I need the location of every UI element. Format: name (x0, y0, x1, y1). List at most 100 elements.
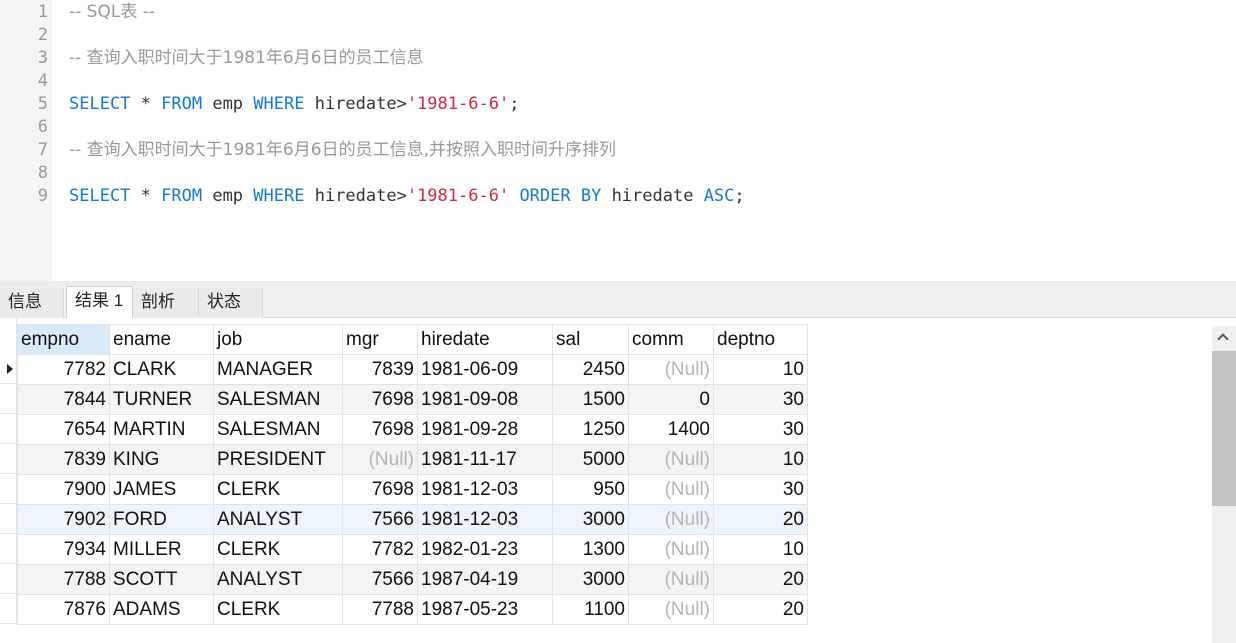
cell-job[interactable]: CLERK (213, 474, 343, 505)
code-text[interactable]: -- 查询入职时间大于1981年6月6日的员工信息,并按照入职时间升序排列 (69, 139, 616, 162)
cell-job[interactable]: MANAGER (213, 354, 343, 385)
sql-editor[interactable]: 1 -- SQL表 -- 2 3 -- 查询入职时间大于1981年6月6日的员工信息 4 5… (0, 0, 1236, 284)
cell-comm[interactable]: (Null) (628, 594, 714, 625)
cell-ename[interactable]: TURNER (109, 384, 214, 415)
cell-sal[interactable]: 1500 (552, 384, 629, 415)
row-indicator[interactable] (0, 474, 16, 504)
cell-comm[interactable]: 1400 (628, 414, 714, 445)
column-header-job[interactable]: job (213, 324, 343, 355)
cell-hiredate[interactable]: 1981-09-28 (417, 414, 553, 445)
scrollbar-thumb[interactable] (1212, 351, 1236, 506)
row-indicator[interactable] (0, 444, 16, 474)
cell-job[interactable]: SALESMAN (213, 414, 343, 445)
cell-ename[interactable]: KING (109, 444, 214, 475)
editor-line[interactable]: 1 -- SQL表 -- (0, 1, 1236, 24)
cell-sal[interactable]: 1250 (552, 414, 629, 445)
cell-empno[interactable]: 7782 (17, 354, 110, 385)
row-indicator[interactable] (0, 564, 16, 594)
cell-sal[interactable]: 950 (552, 474, 629, 505)
cell-deptno[interactable]: 10 (713, 534, 808, 565)
cell-ename[interactable]: ADAMS (109, 594, 214, 625)
cell-empno[interactable]: 7844 (17, 384, 110, 415)
table-row[interactable]: 7654 MARTIN SALESMAN 7698 1981-09-28 1250 1400… (17, 414, 808, 445)
column-header-hiredate[interactable]: hiredate (417, 324, 553, 355)
row-indicator[interactable] (0, 414, 16, 444)
tab-info[interactable]: 信息 (0, 288, 64, 318)
cell-job[interactable]: ANALYST (213, 504, 343, 535)
code-text[interactable]: SELECT * FROM emp WHERE hiredate>'1981-6… (69, 185, 745, 208)
cell-mgr[interactable]: (Null) (342, 444, 418, 475)
cell-sal[interactable]: 3000 (552, 504, 629, 535)
editor-line[interactable]: 8 (0, 162, 1236, 185)
row-indicator[interactable] (0, 504, 16, 534)
cell-mgr[interactable]: 7788 (342, 594, 418, 625)
cell-sal[interactable]: 5000 (552, 444, 629, 475)
cell-deptno[interactable]: 10 (713, 354, 808, 385)
editor-line[interactable]: 4 (0, 70, 1236, 93)
scroll-up-button[interactable] (1212, 326, 1236, 350)
editor-line[interactable]: 6 (0, 116, 1236, 139)
editor-line[interactable]: 9 SELECT * FROM emp WHERE hiredate>'1981-… (0, 185, 1236, 208)
cell-empno[interactable]: 7900 (17, 474, 110, 505)
cell-comm[interactable]: (Null) (628, 534, 714, 565)
cell-comm[interactable]: (Null) (628, 504, 714, 535)
column-header-sal[interactable]: sal (552, 324, 629, 355)
result-grid[interactable]: empno ename job mgr hiredate sal comm deptno 77… (0, 318, 1212, 643)
column-header-ename[interactable]: ename (109, 324, 214, 355)
cell-deptno[interactable]: 20 (713, 504, 808, 535)
cell-comm[interactable]: (Null) (628, 474, 714, 505)
cell-mgr[interactable]: 7698 (342, 474, 418, 505)
cell-hiredate[interactable]: 1987-04-19 (417, 564, 553, 595)
cell-comm[interactable]: (Null) (628, 564, 714, 595)
cell-empno[interactable]: 7934 (17, 534, 110, 565)
cell-job[interactable]: CLERK (213, 534, 343, 565)
cell-hiredate[interactable]: 1981-09-08 (417, 384, 553, 415)
cell-ename[interactable]: JAMES (109, 474, 214, 505)
cell-hiredate[interactable]: 1981-06-09 (417, 354, 553, 385)
column-header-comm[interactable]: comm (628, 324, 714, 355)
editor-line[interactable]: 3 -- 查询入职时间大于1981年6月6日的员工信息 (0, 47, 1236, 70)
cell-empno[interactable]: 7839 (17, 444, 110, 475)
row-indicator[interactable] (0, 594, 16, 624)
cell-deptno[interactable]: 30 (713, 384, 808, 415)
cell-sal[interactable]: 3000 (552, 564, 629, 595)
cell-mgr[interactable]: 7566 (342, 564, 418, 595)
editor-line[interactable]: 7 -- 查询入职时间大于1981年6月6日的员工信息,并按照入职时间升序排列 (0, 139, 1236, 162)
column-header-empno[interactable]: empno (17, 324, 110, 355)
cell-job[interactable]: SALESMAN (213, 384, 343, 415)
cell-ename[interactable]: CLARK (109, 354, 214, 385)
tab-profile[interactable]: 剖析 (133, 288, 199, 318)
cell-mgr[interactable]: 7839 (342, 354, 418, 385)
row-indicator[interactable] (0, 384, 16, 414)
cell-sal[interactable]: 1300 (552, 534, 629, 565)
cell-comm[interactable]: (Null) (628, 444, 714, 475)
cell-empno[interactable]: 7654 (17, 414, 110, 445)
cell-empno[interactable]: 7788 (17, 564, 110, 595)
cell-comm[interactable]: (Null) (628, 354, 714, 385)
cell-ename[interactable]: FORD (109, 504, 214, 535)
code-text[interactable]: -- 查询入职时间大于1981年6月6日的员工信息 (69, 47, 424, 70)
cell-empno[interactable]: 7902 (17, 504, 110, 535)
cell-ename[interactable]: MARTIN (109, 414, 214, 445)
row-indicator[interactable] (0, 354, 16, 384)
cell-hiredate[interactable]: 1981-12-03 (417, 474, 553, 505)
code-text[interactable]: -- SQL表 -- (69, 1, 155, 24)
cell-comm[interactable]: 0 (628, 384, 714, 415)
column-header-deptno[interactable]: deptno (713, 324, 808, 355)
table-row[interactable]: 7844 TURNER SALESMAN 7698 1981-09-08 1500 0 30 (17, 384, 808, 415)
table-row[interactable]: 7839 KING PRESIDENT (Null) 1981-11-17 5000 (Nu… (17, 444, 808, 475)
table-row[interactable]: 7876 ADAMS CLERK 7788 1987-05-23 1100 (Null) 20 (17, 594, 808, 625)
result-table[interactable]: empno ename job mgr hiredate sal comm deptno 77… (17, 324, 808, 625)
table-row[interactable]: 7934 MILLER CLERK 7782 1982-01-23 1300 (Null) 1… (17, 534, 808, 565)
cell-deptno[interactable]: 10 (713, 444, 808, 475)
cell-deptno[interactable]: 20 (713, 564, 808, 595)
table-row[interactable]: 7782 CLARK MANAGER 7839 1981-06-09 2450 (Null)… (17, 354, 808, 385)
cell-ename[interactable]: MILLER (109, 534, 214, 565)
cell-ename[interactable]: SCOTT (109, 564, 214, 595)
cell-mgr[interactable]: 7566 (342, 504, 418, 535)
table-row[interactable]: 7902 FORD ANALYST 7566 1981-12-03 3000 (Null) 2… (17, 504, 808, 535)
cell-mgr[interactable]: 7782 (342, 534, 418, 565)
cell-hiredate[interactable]: 1982-01-23 (417, 534, 553, 565)
cell-hiredate[interactable]: 1987-05-23 (417, 594, 553, 625)
cell-mgr[interactable]: 7698 (342, 414, 418, 445)
